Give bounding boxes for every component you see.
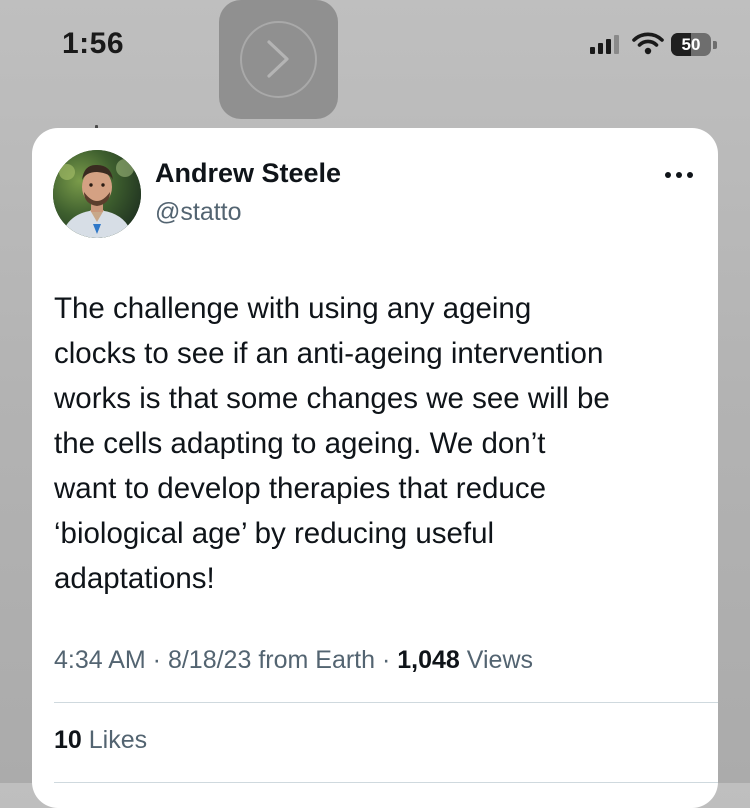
chevron-right-button[interactable] <box>219 0 338 119</box>
tweet-time[interactable]: 4:34 AM <box>54 646 146 674</box>
tweet-text-line: want to develop therapies that reduce <box>54 472 546 505</box>
avatar-photo <box>53 150 141 238</box>
tweet-text-line: adaptations! <box>54 562 215 595</box>
chevron-right-icon <box>267 40 289 78</box>
views-count[interactable]: 1,048 <box>397 646 460 674</box>
status-bar: 1:56 50 <box>0 0 750 90</box>
tweet-date[interactable]: 8/18/23 <box>168 646 251 674</box>
tweet-text-line: The challenge with using any ageing <box>54 292 532 325</box>
battery-cap <box>713 41 717 49</box>
tweet-text: The challenge with using any ageing cloc… <box>54 286 694 601</box>
likes-row[interactable]: 10 Likes <box>54 726 147 755</box>
tweet-source: from Earth <box>251 646 376 674</box>
tweet-meta: 4:34 AM · 8/18/23 from Earth · 1,048 Vie… <box>54 646 533 675</box>
more-horizontal-icon[interactable] <box>664 168 694 182</box>
author-name[interactable]: Andrew Steele <box>155 158 341 189</box>
divider <box>54 702 718 703</box>
battery-body: 50 <box>671 33 711 56</box>
tweet-text-line: clocks to see if an anti-ageing interven… <box>54 337 604 370</box>
status-time: 1:56 <box>62 27 125 60</box>
meta-separator: · <box>145 646 168 674</box>
likes-count: 10 <box>54 726 82 754</box>
meta-separator: · <box>375 646 398 674</box>
battery-level: 50 <box>681 35 701 54</box>
likes-label: Likes <box>81 726 148 754</box>
tweet-text-line: the cells adapting to ageing. We don’t <box>54 427 546 460</box>
tweet-text-line: works is that some changes we see will b… <box>54 382 610 415</box>
tweet-text-line: ‘biological age’ by reducing useful <box>54 517 495 550</box>
views-label: Views <box>459 646 533 674</box>
tweet-card: Andrew Steele @statto The challenge with… <box>32 128 718 808</box>
battery-icon: 50 <box>671 33 717 56</box>
wifi-icon <box>632 32 664 55</box>
cellular-signal-icon <box>590 35 619 54</box>
avatar[interactable] <box>53 150 141 238</box>
author-handle[interactable]: @statto <box>155 198 242 227</box>
